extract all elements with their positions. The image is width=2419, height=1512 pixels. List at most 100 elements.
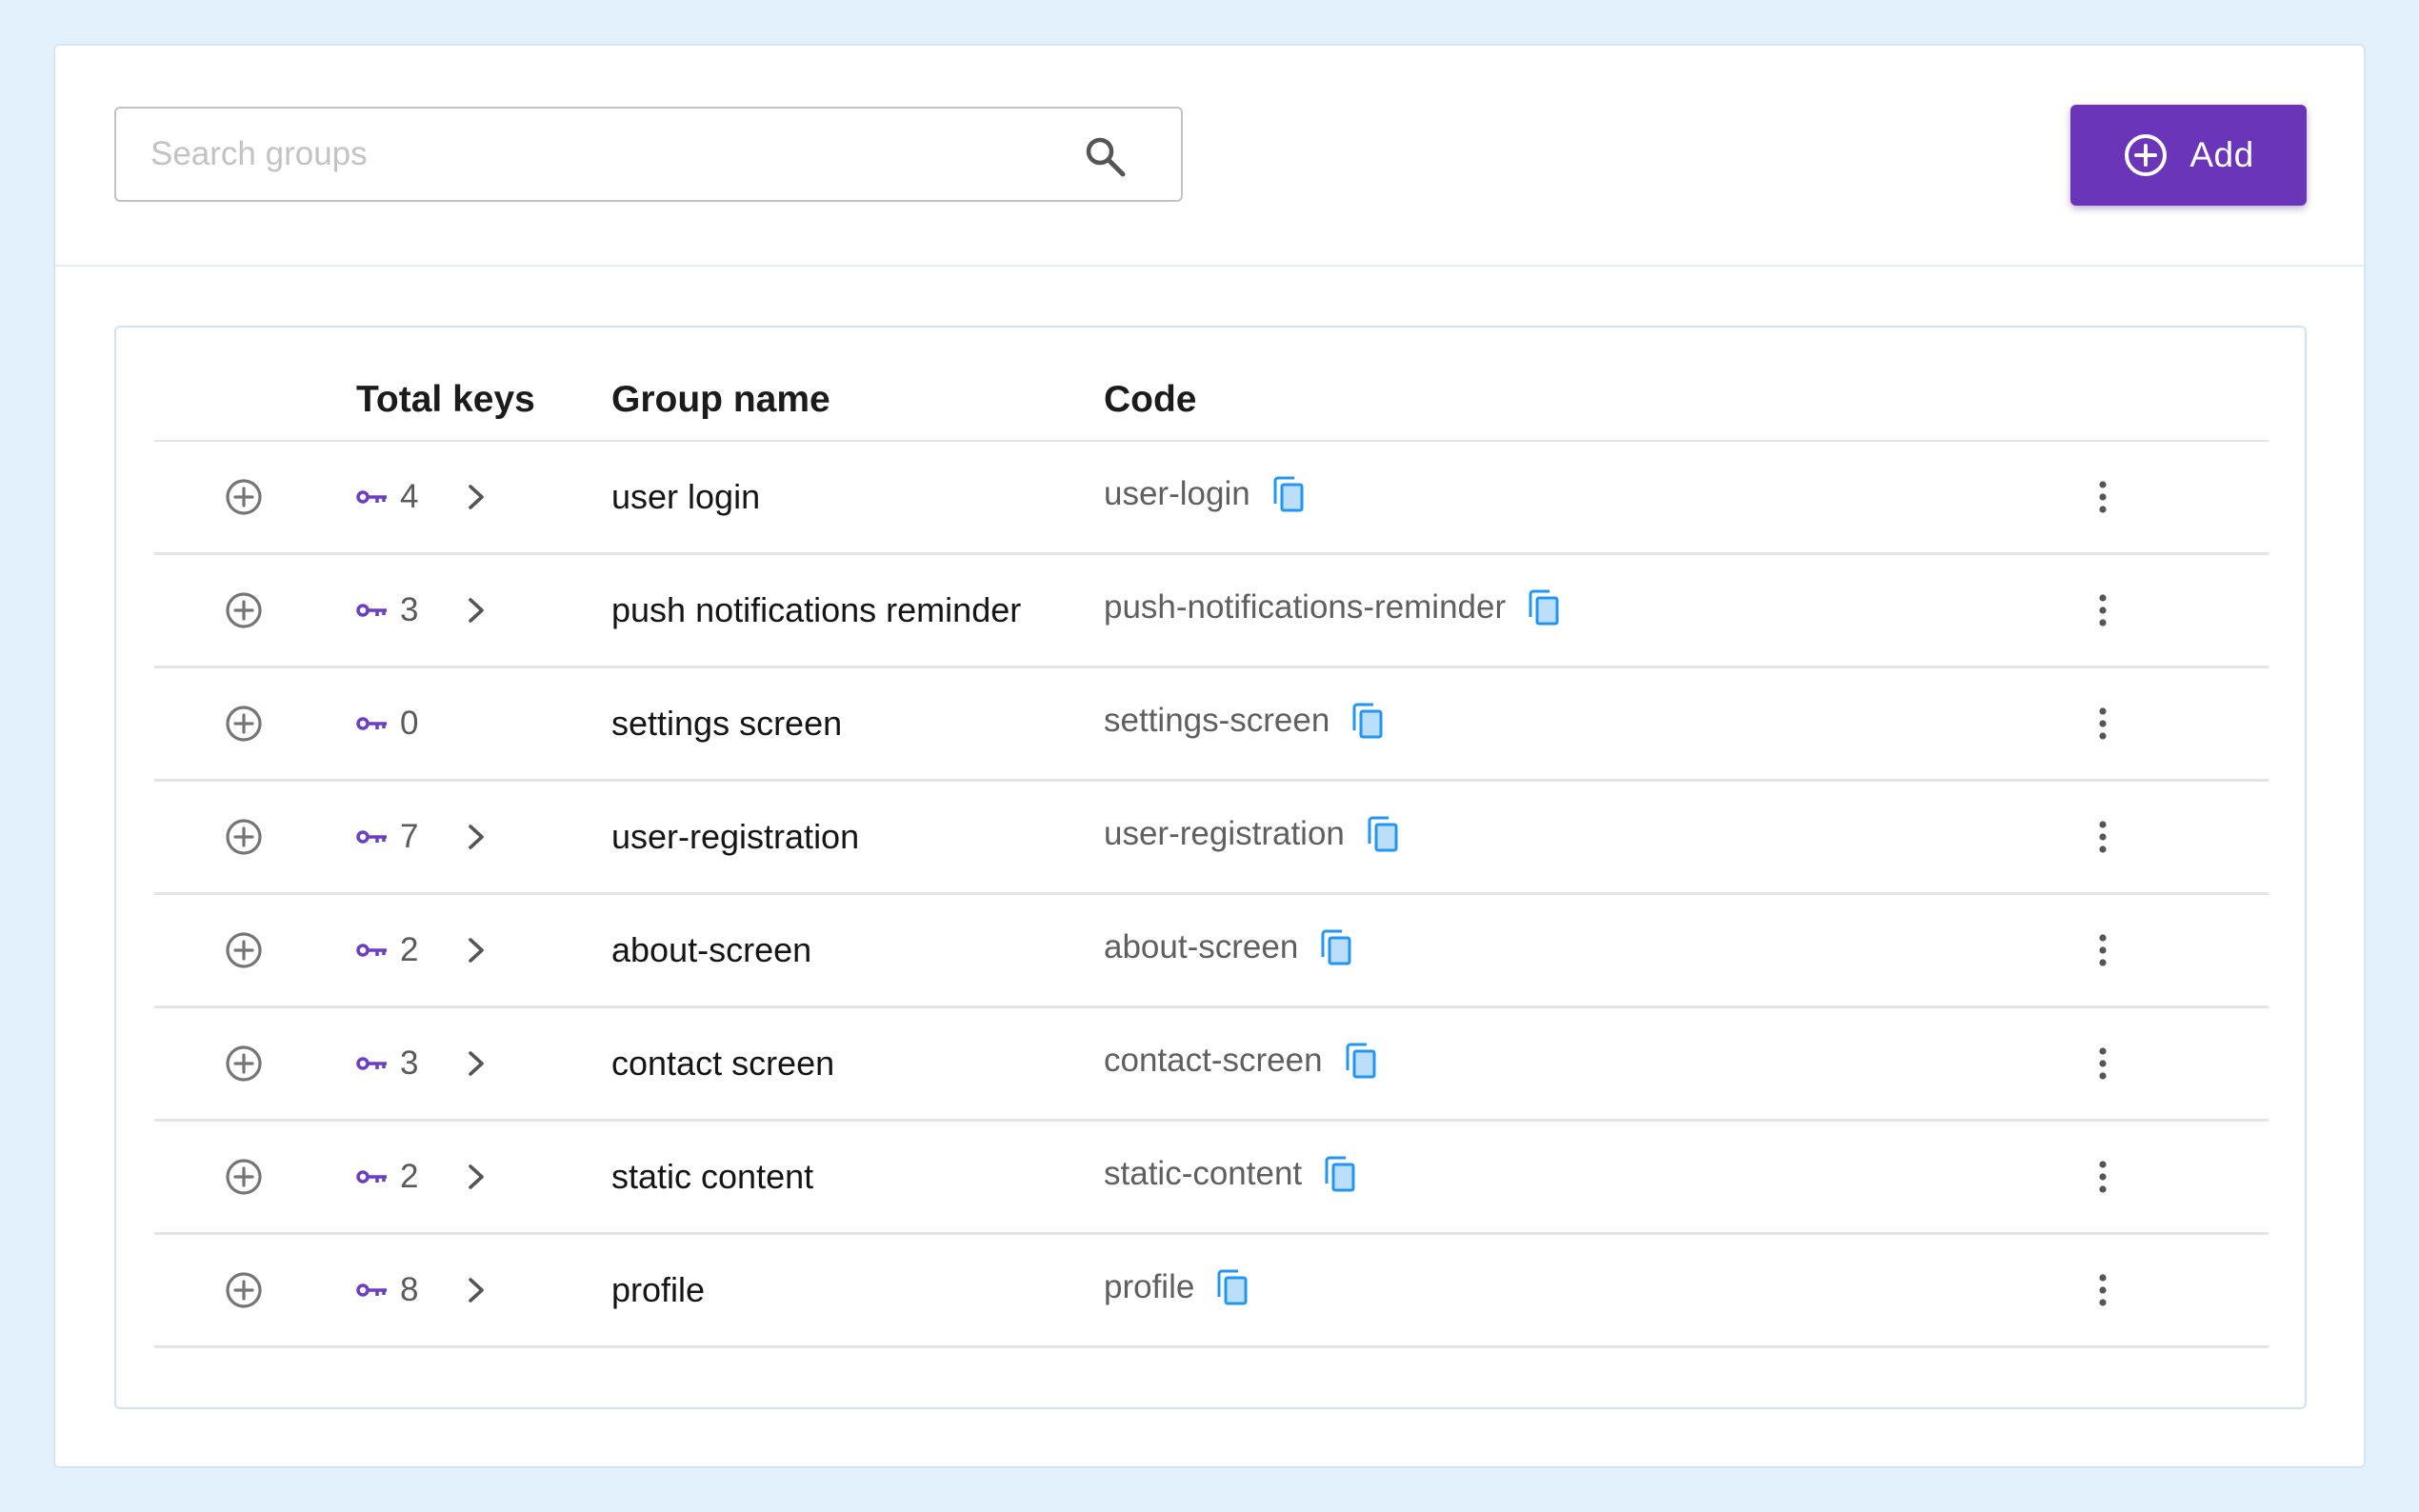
header-group-name: Group name (611, 379, 830, 420)
row-actions-cell[interactable] (2097, 442, 2109, 552)
expand-cell[interactable] (225, 1235, 263, 1345)
copy-icon[interactable] (1271, 475, 1306, 513)
expand-cell[interactable] (225, 1122, 263, 1232)
chevron-right-icon[interactable] (464, 483, 489, 511)
expand-cell[interactable] (225, 1008, 263, 1119)
chevron-right-icon[interactable] (464, 823, 489, 851)
group-name: contact screen (611, 1044, 835, 1083)
chevron-right-icon[interactable] (464, 1049, 489, 1078)
table-row[interactable]: 3 push notifications reminder push-notific… (154, 555, 2269, 668)
search-box[interactable] (114, 107, 1183, 202)
more-vertical-icon[interactable] (2097, 1159, 2109, 1195)
chevron-right-icon[interactable] (464, 1276, 489, 1304)
expand-row-icon[interactable] (225, 1271, 263, 1309)
expand-cell[interactable] (225, 668, 263, 779)
add-button-label: Add (2189, 135, 2254, 174)
table-header: Total keys Group name Code (154, 328, 2269, 442)
plus-circle-icon (2125, 134, 2168, 176)
key-count: 2 (400, 1158, 419, 1195)
row-actions-cell[interactable] (2097, 1008, 2109, 1119)
toolbar: Add (55, 46, 2364, 267)
copy-icon[interactable] (1344, 1042, 1378, 1080)
table-row[interactable]: 3 contact screen contact-screen (154, 1008, 2269, 1122)
key-count: 4 (400, 478, 419, 515)
code-cell: static-content (1104, 1119, 1357, 1229)
code-text: contact-screen (1104, 1042, 1323, 1079)
key-count: 8 (400, 1271, 419, 1308)
add-button[interactable]: Add (2070, 105, 2307, 206)
key-count: 0 (400, 705, 419, 742)
more-vertical-icon[interactable] (2097, 1272, 2109, 1308)
expand-row-icon[interactable] (225, 818, 263, 856)
code-cell: user-login (1104, 439, 1306, 549)
table-row[interactable]: 2 static content static-content (154, 1122, 2269, 1235)
table-row[interactable]: 8 profile profile (154, 1235, 2269, 1348)
total-keys-cell: 3 (356, 1008, 489, 1119)
code-text: user-registration (1104, 815, 1345, 852)
row-actions-cell[interactable] (2097, 668, 2109, 779)
group-name-cell: user login (611, 442, 760, 552)
header-total-keys: Total keys (356, 379, 535, 420)
group-name-cell: profile (611, 1235, 705, 1345)
total-keys-cell: 3 (356, 555, 489, 666)
group-name-cell: about-screen (611, 895, 811, 1005)
expand-cell[interactable] (225, 555, 263, 666)
table-row[interactable]: 7 user-registration user-registration (154, 782, 2269, 895)
total-keys-cell: 2 (356, 895, 489, 1005)
copy-icon[interactable] (1215, 1268, 1249, 1306)
table-body: 4 user login user-login 3 push notifications… (154, 442, 2269, 1348)
more-vertical-icon[interactable] (2097, 819, 2109, 855)
more-vertical-icon[interactable] (2097, 592, 2109, 628)
code-text: user-login (1104, 475, 1250, 512)
expand-row-icon[interactable] (225, 931, 263, 969)
key-icon (356, 717, 387, 730)
total-keys-cell: 8 (356, 1235, 489, 1345)
row-actions-cell[interactable] (2097, 1235, 2109, 1345)
more-vertical-icon[interactable] (2097, 1045, 2109, 1082)
group-name: user login (611, 477, 761, 516)
expand-cell[interactable] (225, 442, 263, 552)
group-name: static content (611, 1157, 814, 1196)
table-row[interactable]: 2 about-screen about-screen (154, 895, 2269, 1008)
expand-cell[interactable] (225, 782, 263, 892)
code-cell: push-notifications-reminder (1104, 552, 1561, 663)
code-cell: about-screen (1104, 892, 1353, 1003)
chevron-right-icon[interactable] (464, 936, 489, 965)
row-actions-cell[interactable] (2097, 782, 2109, 892)
code-text: static-content (1104, 1155, 1303, 1192)
key-icon (356, 490, 387, 504)
more-vertical-icon[interactable] (2097, 479, 2109, 515)
group-name: about-screen (611, 930, 812, 969)
expand-row-icon[interactable] (225, 591, 263, 629)
groups-panel: Add Total keys Group name Code 4 user log… (53, 44, 2366, 1468)
search-icon[interactable] (1082, 133, 1128, 179)
expand-row-icon[interactable] (225, 1044, 263, 1083)
search-input[interactable] (149, 134, 1010, 174)
row-actions-cell[interactable] (2097, 895, 2109, 1005)
expand-row-icon[interactable] (225, 705, 263, 743)
row-actions-cell[interactable] (2097, 555, 2109, 666)
group-name-cell: settings screen (611, 668, 842, 779)
total-keys-cell: 0 (356, 668, 418, 779)
more-vertical-icon[interactable] (2097, 932, 2109, 968)
key-count: 3 (400, 1044, 419, 1082)
table-row[interactable]: 0 settings screen settings-screen (154, 668, 2269, 782)
copy-icon[interactable] (1319, 928, 1353, 966)
more-vertical-icon[interactable] (2097, 706, 2109, 742)
copy-icon[interactable] (1366, 815, 1400, 853)
table-row[interactable]: 4 user login user-login (154, 442, 2269, 555)
expand-row-icon[interactable] (225, 478, 263, 516)
copy-icon[interactable] (1323, 1155, 1357, 1193)
copy-icon[interactable] (1527, 588, 1561, 627)
expand-row-icon[interactable] (225, 1158, 263, 1196)
code-text: push-notifications-reminder (1104, 588, 1507, 626)
expand-cell[interactable] (225, 895, 263, 1005)
code-cell: profile (1104, 1232, 1249, 1343)
chevron-right-icon[interactable] (464, 1163, 489, 1191)
chevron-right-icon[interactable] (464, 596, 489, 625)
group-name: push notifications reminder (611, 590, 1022, 629)
group-name-cell: push notifications reminder (611, 555, 1021, 666)
row-actions-cell[interactable] (2097, 1122, 2109, 1232)
groups-table-card: Total keys Group name Code 4 user login us… (114, 326, 2307, 1409)
copy-icon[interactable] (1350, 702, 1385, 740)
